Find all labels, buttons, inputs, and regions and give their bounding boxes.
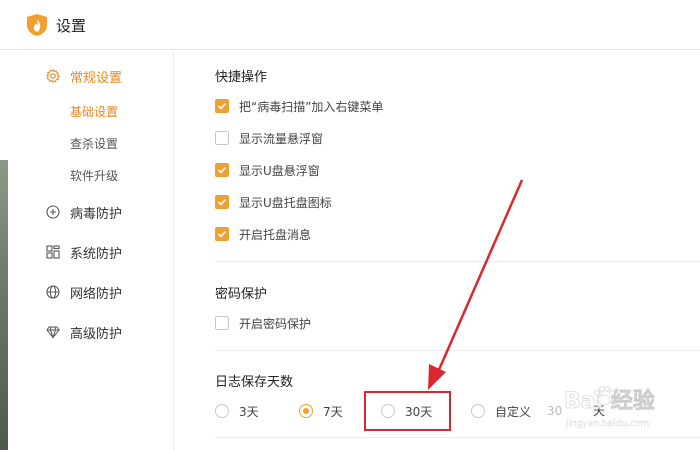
radio-7-days[interactable]: 7天	[299, 402, 343, 420]
globe-icon	[46, 285, 60, 299]
sidebar-item-network-protection[interactable]: 网络防护	[46, 280, 122, 304]
checkbox-row[interactable]: 开启密码保护	[215, 315, 311, 331]
radio-3-days[interactable]: 3天	[215, 402, 259, 420]
section-divider	[215, 350, 700, 351]
checkbox-label: 显示U盘托盘图标	[239, 195, 332, 210]
radio-button[interactable]	[471, 404, 485, 418]
sidebar-item-label: 病毒防护	[70, 206, 123, 222]
checkbox-row[interactable]: 显示流量悬浮窗	[215, 130, 323, 146]
title-bar: 设置	[0, 0, 700, 50]
watermark-sub: jingyan.baidu.com	[565, 419, 649, 429]
sidebar-item-label: 常规设置	[70, 70, 123, 86]
gear-icon	[46, 69, 60, 83]
checkbox-row[interactable]: 显示U盘托盘图标	[215, 194, 332, 210]
checkbox-label: 显示U盘悬浮窗	[239, 163, 320, 178]
grid-icon	[46, 245, 60, 259]
background-strip	[0, 160, 8, 450]
annotation-highlight-box	[364, 391, 451, 431]
sidebar-item-label: 高级防护	[70, 326, 123, 342]
radio-label: 3天	[239, 404, 259, 419]
checkbox-label: 把“病毒扫描”加入右键菜单	[239, 99, 384, 114]
radio-custom[interactable]: 自定义	[471, 402, 531, 420]
section-title-password: 密码保护	[215, 287, 268, 302]
sidebar-item-label: 网络防护	[70, 286, 123, 302]
checkbox[interactable]	[215, 163, 229, 177]
checkbox[interactable]	[215, 316, 229, 330]
radio-button[interactable]	[215, 404, 229, 418]
section-title-quick-ops: 快捷操作	[215, 70, 268, 85]
section-divider	[215, 261, 700, 262]
checkbox-label: 开启托盘消息	[239, 227, 312, 242]
checkbox[interactable]	[215, 99, 229, 113]
radio-label: 7天	[323, 404, 343, 419]
sidebar-item-general-settings[interactable]: 常规设置	[46, 64, 122, 88]
window-title: 设置	[56, 17, 87, 35]
checkbox-row[interactable]: 开启托盘消息	[215, 226, 311, 242]
sidebar-subitem-software-upgrade[interactable]: 软件升级	[70, 167, 118, 184]
checkbox-row[interactable]: 显示U盘悬浮窗	[215, 162, 320, 178]
shield-flame-logo-icon	[27, 14, 47, 36]
sidebar-item-advanced-protection[interactable]: 高级防护	[46, 320, 122, 344]
radio-label: 自定义	[495, 404, 532, 419]
checkbox[interactable]	[215, 227, 229, 241]
sidebar-subitem-scan-settings[interactable]: 查杀设置	[70, 135, 118, 152]
sidebar-item-label: 系统防护	[70, 246, 123, 262]
section-title-log-days: 日志保存天数	[215, 375, 294, 390]
checkbox-label: 显示流量悬浮窗	[239, 131, 324, 146]
checkbox[interactable]	[215, 131, 229, 145]
sidebar: 常规设置 基础设置 查杀设置 软件升级 病毒防护 系统防护 网络防护 高级防护	[8, 51, 174, 450]
sidebar-item-system-protection[interactable]: 系统防护	[46, 240, 122, 264]
radio-button[interactable]	[299, 404, 313, 418]
baidu-jingyan-watermark: Bai 经验 jingyan.baidu.com	[560, 374, 700, 434]
checkbox-row[interactable]: 把“病毒扫描”加入右键菜单	[215, 98, 383, 114]
plus-square-icon	[46, 205, 60, 219]
checkbox-label: 开启密码保护	[239, 316, 312, 331]
sidebar-subitem-basic-settings[interactable]: 基础设置	[70, 103, 118, 120]
sidebar-item-virus-protection[interactable]: 病毒防护	[46, 200, 122, 224]
section-divider	[215, 437, 700, 438]
diamond-icon	[46, 325, 60, 339]
checkbox[interactable]	[215, 195, 229, 209]
